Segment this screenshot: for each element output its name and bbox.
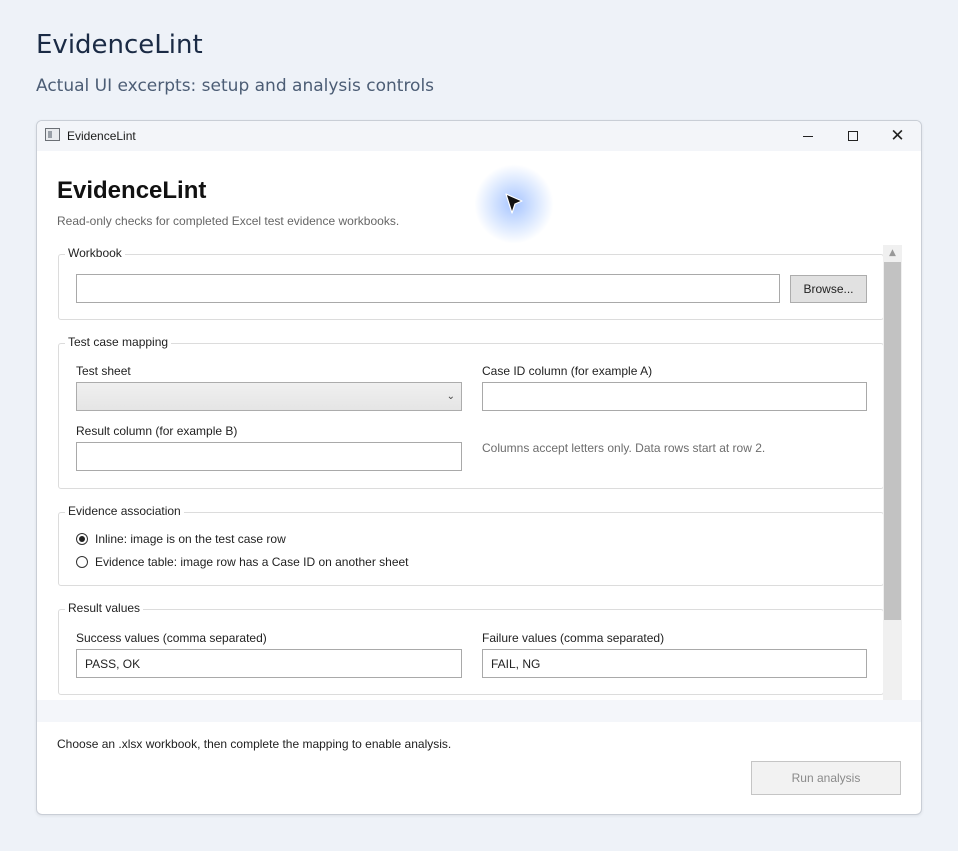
result-values-group: Result values Success values (comma sepa… (58, 601, 884, 695)
radio-inline[interactable] (76, 533, 88, 545)
chevron-down-icon: ⌄ (446, 391, 455, 402)
test-sheet-select[interactable]: ⌄ (76, 382, 462, 411)
mouse-pointer-icon (505, 193, 523, 214)
association-option-evidence-table[interactable]: Evidence table: image row has a Case ID … (76, 555, 409, 569)
test-sheet-label: Test sheet (76, 364, 131, 378)
case-id-column-input[interactable] (482, 382, 867, 411)
minimize-icon (802, 135, 813, 137)
radio-evidence-table[interactable] (76, 556, 88, 568)
vertical-scrollbar[interactable]: ▲ (883, 245, 902, 700)
page-subtitle: Actual UI excerpts: setup and analysis c… (36, 76, 435, 96)
app-window-icon (45, 128, 60, 141)
app-heading: EvidenceLint (57, 177, 207, 204)
association-option-label: Evidence table: image row has a Case ID … (95, 555, 409, 569)
success-values-label: Success values (comma separated) (76, 631, 267, 645)
success-values-input[interactable] (76, 649, 462, 678)
title-bar[interactable]: EvidenceLint ✕ (37, 121, 921, 151)
workbook-group: Workbook Browse... (58, 246, 884, 320)
result-values-group-label: Result values (65, 601, 144, 615)
mapping-group-label: Test case mapping (65, 335, 172, 349)
browse-button[interactable]: Browse... (790, 275, 867, 303)
scrollbar-thumb[interactable] (884, 262, 901, 620)
test-case-mapping-group: Test case mapping Test sheet ⌄ Case ID c… (58, 335, 884, 489)
close-button[interactable]: ✕ (875, 121, 920, 151)
association-group-label: Evidence association (65, 504, 184, 518)
page-title: EvidenceLint (36, 30, 203, 60)
result-column-label: Result column (for example B) (76, 424, 238, 438)
failure-values-label: Failure values (comma separated) (482, 631, 665, 645)
result-column-input[interactable] (76, 442, 462, 471)
mapping-hint: Columns accept letters only. Data rows s… (482, 441, 766, 455)
run-analysis-button[interactable]: Run analysis (751, 761, 901, 795)
section-divider (37, 700, 921, 722)
case-id-column-label: Case ID column (for example A) (482, 364, 653, 378)
minimize-button[interactable] (785, 121, 830, 151)
evidence-association-group: Evidence association Inline: image is on… (58, 504, 884, 586)
app-description: Read-only checks for completed Excel tes… (57, 214, 400, 228)
maximize-button[interactable] (830, 121, 875, 151)
workbook-group-label: Workbook (65, 246, 125, 260)
association-option-inline[interactable]: Inline: image is on the test case row (76, 532, 286, 546)
scroll-up-icon[interactable]: ▲ (883, 245, 902, 261)
settings-scroll-area[interactable]: Workbook Browse... Test case mapping Tes… (37, 245, 921, 700)
window-title: EvidenceLint (67, 129, 136, 143)
close-icon: ✕ (890, 125, 905, 146)
failure-values-input[interactable] (482, 649, 867, 678)
status-message: Choose an .xlsx workbook, then complete … (57, 737, 452, 751)
workbook-path-input[interactable] (76, 274, 780, 303)
maximize-icon (847, 131, 858, 141)
association-option-label: Inline: image is on the test case row (95, 532, 286, 546)
